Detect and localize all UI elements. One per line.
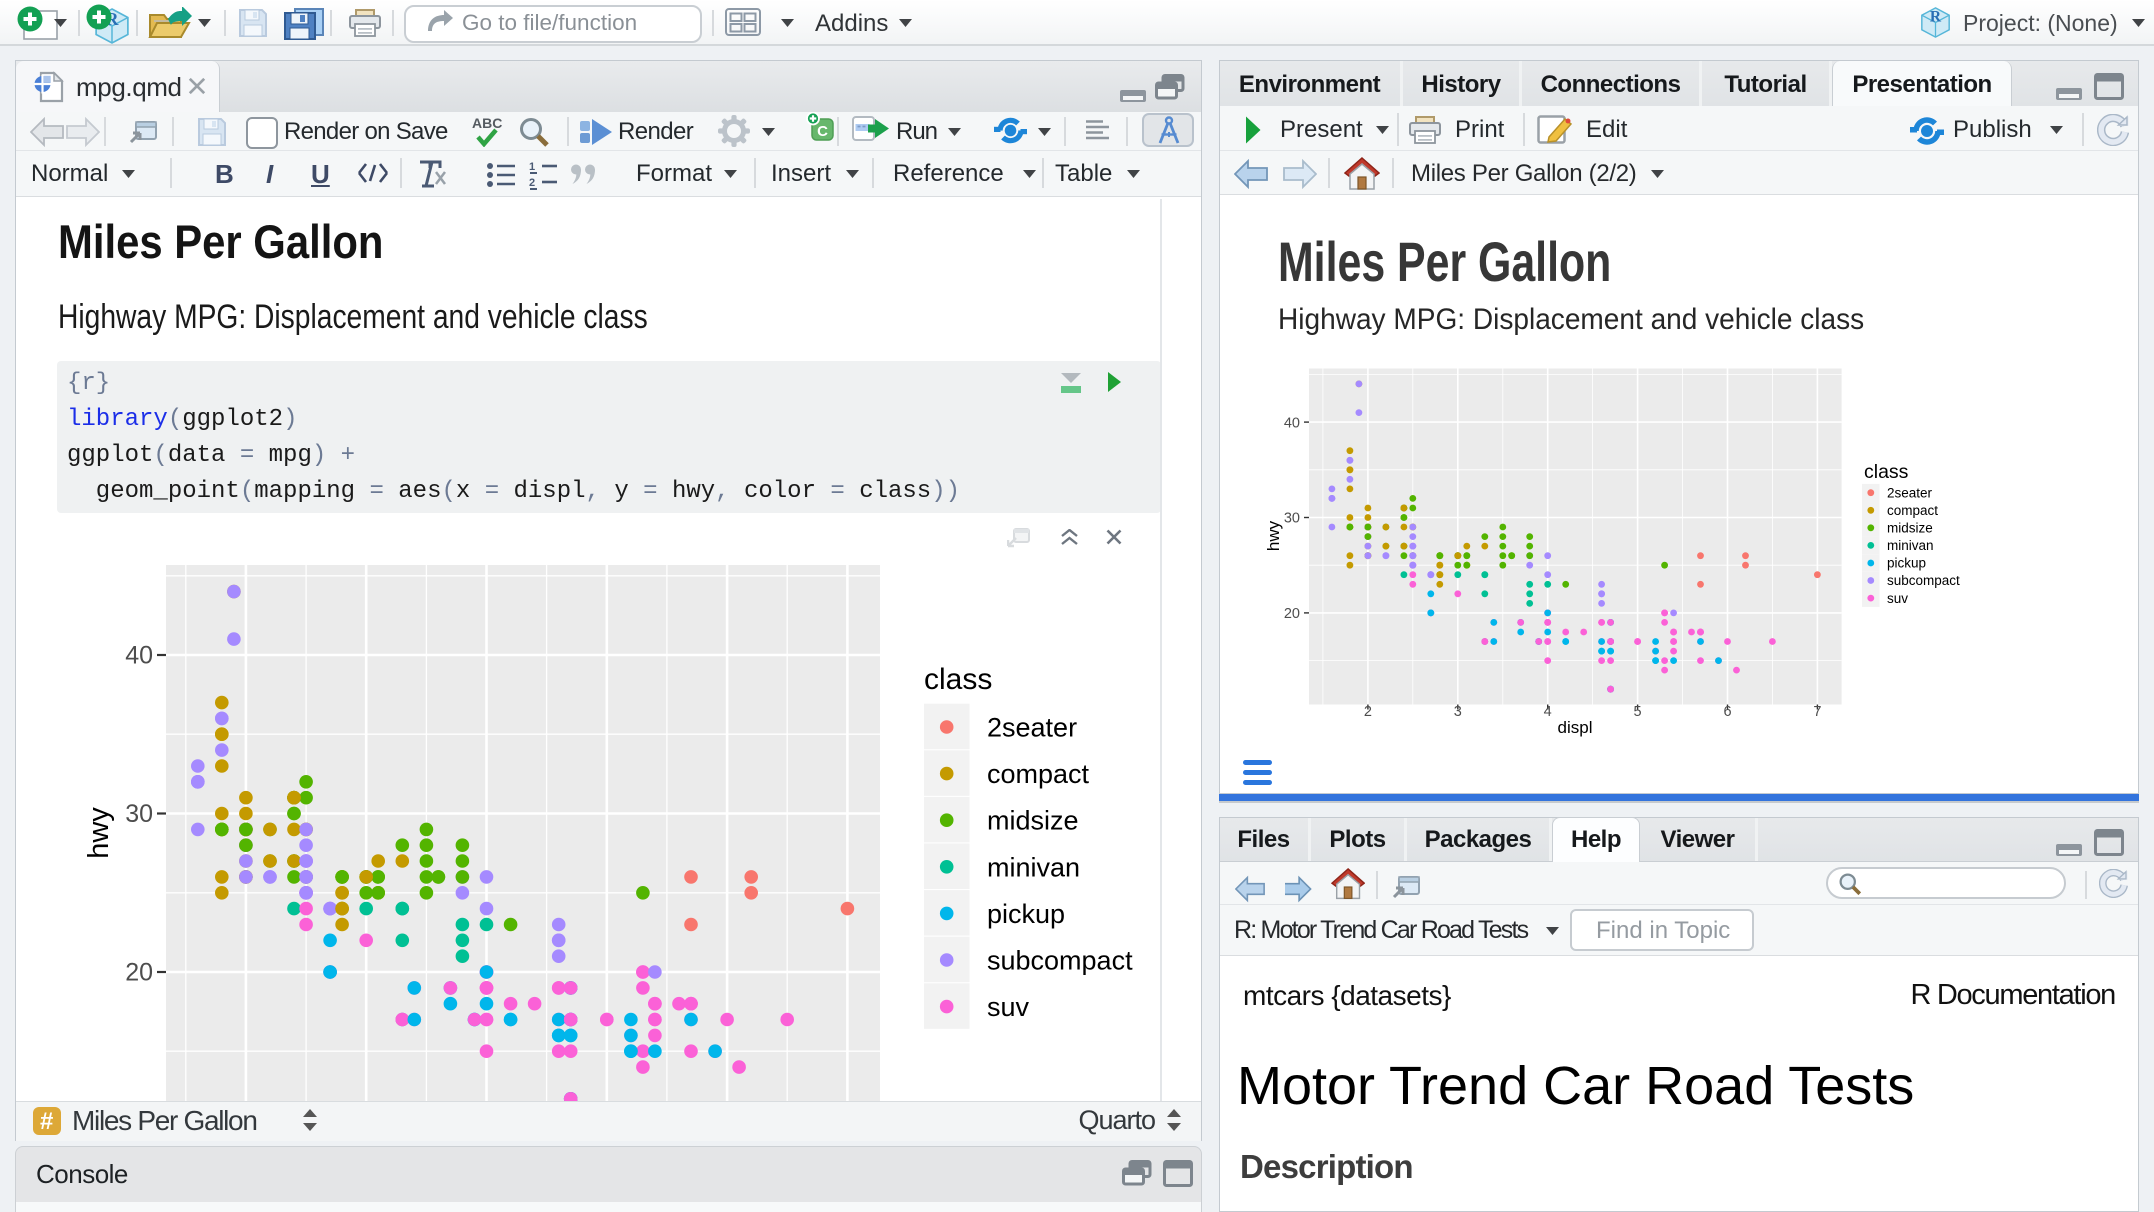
- svg-text:midsize: midsize: [987, 806, 1079, 836]
- svg-text:40: 40: [1284, 415, 1300, 431]
- svg-text:compact: compact: [987, 759, 1090, 789]
- svg-text:subcompact: subcompact: [1887, 573, 1960, 588]
- svg-text:displ: displ: [1558, 718, 1593, 737]
- svg-text:5: 5: [1634, 704, 1642, 720]
- svg-text:30: 30: [125, 800, 153, 828]
- svg-text:7: 7: [1813, 704, 1821, 720]
- svg-text:midsize: midsize: [1887, 521, 1933, 536]
- svg-text:30: 30: [1284, 511, 1300, 527]
- svg-text:suv: suv: [987, 992, 1030, 1022]
- svg-text:R: R: [1930, 9, 1942, 26]
- svg-text:2seater: 2seater: [987, 713, 1077, 743]
- svg-text:3: 3: [1454, 704, 1462, 720]
- svg-text:2: 2: [1364, 704, 1372, 720]
- svg-text:compact: compact: [1887, 503, 1938, 518]
- svg-text:minivan: minivan: [1887, 538, 1934, 553]
- svg-text:40: 40: [125, 642, 153, 670]
- svg-text:pickup: pickup: [987, 899, 1065, 929]
- svg-text:4: 4: [1544, 704, 1552, 720]
- svg-text:subcompact: subcompact: [987, 946, 1133, 976]
- svg-text:C: C: [817, 123, 828, 140]
- svg-text:hwy: hwy: [83, 807, 115, 859]
- svg-text:pickup: pickup: [1887, 556, 1926, 571]
- svg-text:2seater: 2seater: [1887, 485, 1933, 500]
- svg-text:ABC: ABC: [472, 115, 502, 131]
- svg-text:20: 20: [1284, 606, 1300, 622]
- svg-text:suv: suv: [1887, 591, 1908, 606]
- svg-text:20: 20: [125, 959, 153, 987]
- svg-text:minivan: minivan: [987, 852, 1080, 882]
- svg-text:class: class: [924, 663, 992, 696]
- svg-text:6: 6: [1723, 704, 1731, 720]
- svg-text:hwy: hwy: [1264, 520, 1283, 551]
- svg-text:2: 2: [529, 177, 535, 189]
- svg-text:1: 1: [529, 161, 535, 173]
- svg-text:class: class: [1864, 461, 1909, 483]
